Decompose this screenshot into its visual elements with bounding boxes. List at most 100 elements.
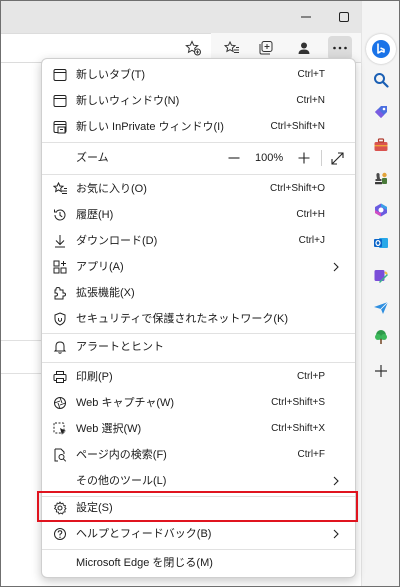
zoom-in-icon — [298, 152, 310, 164]
settings-highlight-box — [37, 491, 358, 522]
bell-icon — [52, 339, 68, 355]
menu-item-close-edge[interactable]: Microsoft Edge を閉じる(M) — [42, 550, 355, 576]
zoom-out-icon — [228, 152, 240, 164]
menu-item-shortcut: Ctrl+Shift+O — [269, 183, 325, 194]
new-window-icon — [52, 93, 68, 109]
menu-item-favorites[interactable]: お気に入り(O) Ctrl+Shift+O — [42, 176, 355, 202]
outlook-icon — [373, 235, 389, 251]
menu-item-shortcut: Ctrl+H — [296, 209, 325, 220]
page-content-fragment — [1, 340, 41, 374]
send-icon — [373, 300, 389, 316]
minimize-button[interactable] — [288, 1, 324, 33]
settings-and-more-button[interactable] — [328, 36, 352, 60]
add-icon — [374, 364, 388, 378]
profile-icon — [296, 40, 312, 56]
sidebar-microsoft365-button[interactable] — [367, 196, 395, 224]
collections-button[interactable] — [254, 36, 278, 60]
find-icon — [52, 447, 68, 463]
menu-item-downloads[interactable]: ダウンロード(D) Ctrl+J — [42, 228, 355, 254]
chevron-right-icon — [331, 262, 341, 272]
more-icon — [332, 46, 348, 50]
menu-item-new-inprivate-window[interactable]: 新しい InPrivate ウィンドウ(I) Ctrl+Shift+N — [42, 114, 355, 140]
download-icon — [52, 233, 68, 249]
menu-item-print[interactable]: 印刷(P) Ctrl+P — [42, 364, 355, 390]
fullscreen-button[interactable] — [331, 144, 344, 172]
menu-item-secure-network[interactable]: セキュリティで保護されたネットワーク(K) — [42, 306, 355, 332]
zoom-level: 100% — [255, 152, 284, 164]
add-favorite-button[interactable] — [181, 36, 205, 60]
menu-item-find-on-page[interactable]: ページ内の検索(F) Ctrl+F — [42, 442, 355, 468]
menu-item-label: 印刷(P) — [76, 371, 113, 383]
menu-item-label: ズーム — [76, 152, 109, 164]
sidebar-search-button[interactable] — [367, 66, 395, 94]
maximize-button[interactable] — [326, 1, 362, 33]
menu-item-shortcut: Ctrl+N — [296, 95, 325, 106]
new-tab-icon — [52, 67, 68, 83]
favorites-button[interactable] — [220, 36, 244, 60]
web-select-icon — [52, 421, 68, 437]
menu-item-shortcut: Ctrl+Shift+S — [271, 397, 325, 408]
sidebar-designer-button[interactable] — [367, 262, 395, 290]
menu-item-label: ページ内の検索(F) — [76, 449, 167, 461]
menu-item-web-select[interactable]: Web 選択(W) Ctrl+Shift+X — [42, 416, 355, 442]
sidebar-tree-button[interactable] — [367, 323, 395, 351]
collections-icon — [258, 40, 274, 56]
menu-item-alerts-and-tips[interactable]: アラートとヒント — [42, 334, 355, 360]
menu-item-shortcut: Ctrl+J — [298, 235, 325, 246]
shield-icon — [52, 311, 68, 327]
sidebar-shopping-button[interactable] — [367, 98, 395, 126]
favorites-icon — [224, 40, 240, 56]
chevron-right-icon — [331, 529, 341, 539]
menu-item-extensions[interactable]: 拡張機能(X) — [42, 280, 355, 306]
menu-item-shortcut: Ctrl+Shift+N — [270, 121, 325, 132]
profile-button[interactable] — [292, 36, 316, 60]
print-icon — [52, 369, 68, 385]
menu-item-label: 新しい InPrivate ウィンドウ(I) — [76, 121, 224, 133]
menu-item-label: 新しいタブ(T) — [76, 69, 146, 81]
add-favorite-icon — [185, 40, 201, 56]
bing-copilot-icon — [371, 39, 391, 59]
shopping-icon — [373, 104, 389, 120]
minimize-icon — [301, 12, 311, 22]
sidebar-tools-button[interactable] — [367, 131, 395, 159]
menu-separator — [42, 362, 355, 363]
menu-item-apps[interactable]: アプリ(A) — [42, 254, 355, 280]
search-icon — [373, 72, 389, 88]
menu-item-web-capture[interactable]: Web キャプチャ(W) Ctrl+Shift+S — [42, 390, 355, 416]
menu-item-label: Web 選択(W) — [76, 423, 142, 435]
menu-item-label: お気に入り(O) — [76, 183, 147, 195]
history-icon — [52, 207, 68, 223]
menu-item-new-window[interactable]: 新しいウィンドウ(N) Ctrl+N — [42, 88, 355, 114]
sidebar-outlook-button[interactable] — [367, 229, 395, 257]
menu-item-history[interactable]: 履歴(H) Ctrl+H — [42, 202, 355, 228]
zoom-divider — [321, 150, 322, 166]
menu-item-shortcut: Ctrl+T — [297, 69, 326, 80]
menu-item-new-tab[interactable]: 新しいタブ(T) Ctrl+T — [42, 62, 355, 88]
sidebar-add-button[interactable] — [367, 357, 395, 385]
menu-item-label: Web キャプチャ(W) — [76, 397, 175, 409]
menu-item-label: Microsoft Edge を閉じる(M) — [76, 557, 213, 569]
zoom-out-button[interactable] — [228, 144, 240, 172]
edge-sidebar — [361, 1, 399, 586]
games-icon — [373, 170, 389, 186]
web-capture-icon — [52, 395, 68, 411]
menu-item-label: アプリ(A) — [76, 261, 124, 273]
menu-item-label: 履歴(H) — [76, 209, 114, 221]
menu-item-label: ダウンロード(D) — [76, 235, 158, 247]
tree-icon — [373, 329, 389, 345]
menu-separator — [42, 174, 355, 175]
sidebar-send-button[interactable] — [367, 294, 395, 322]
microsoft365-icon — [373, 202, 389, 218]
zoom-in-button[interactable] — [298, 144, 310, 172]
menu-item-shortcut: Ctrl+P — [296, 371, 325, 382]
menu-item-label: セキュリティで保護されたネットワーク(K) — [76, 313, 289, 325]
bing-copilot-button[interactable] — [366, 34, 396, 64]
help-icon — [52, 526, 68, 542]
inprivate-icon — [52, 119, 68, 135]
menu-separator — [42, 142, 355, 143]
favorites-list-icon — [52, 181, 68, 197]
apps-icon — [52, 259, 68, 275]
menu-item-help-and-feedback[interactable]: ヘルプとフィードバック(B) — [42, 521, 355, 547]
extensions-icon — [52, 285, 68, 301]
sidebar-games-button[interactable] — [367, 164, 395, 192]
